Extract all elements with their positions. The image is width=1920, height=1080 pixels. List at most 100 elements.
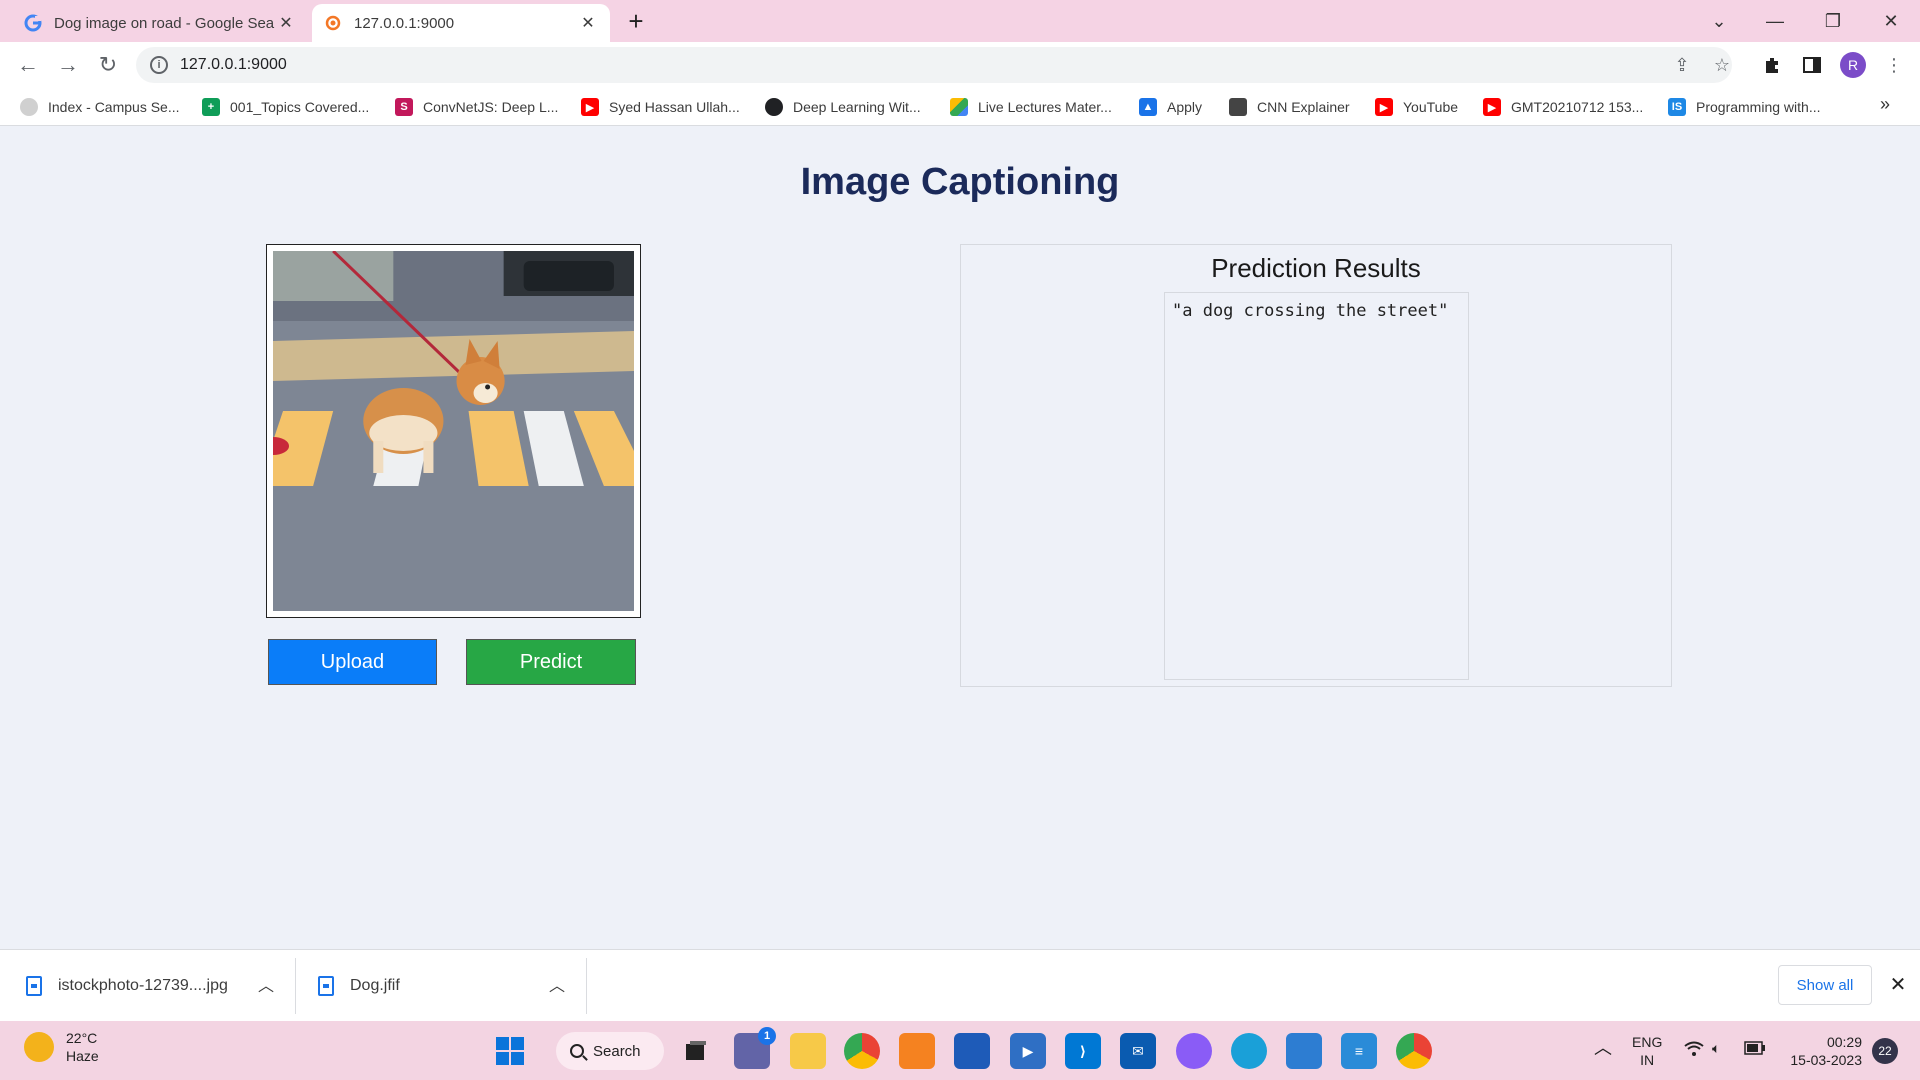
media-player-icon[interactable]: ▶ [1010, 1033, 1046, 1069]
globe-icon [20, 98, 38, 116]
language-bottom: IN [1640, 1052, 1655, 1068]
volume-icon[interactable]: 🔈︎ [1712, 1039, 1720, 1057]
chrome-profile-icon[interactable] [1396, 1033, 1432, 1069]
bookmark-item[interactable]: Deep Learning Wit... [765, 96, 921, 118]
download-shelf: istockphoto-12739....jpg ︿ Dog.jfif ︿ Sh… [0, 949, 1920, 1021]
download-item[interactable]: Dog.jfif [318, 950, 400, 1022]
weather-haze-icon [24, 1032, 54, 1062]
download-filename: Dog.jfif [350, 977, 400, 994]
chevron-up-icon[interactable]: ︿ [254, 972, 278, 996]
language-indicator[interactable]: ENG IN [1632, 1033, 1662, 1069]
youtube-icon: ▶ [1483, 98, 1501, 116]
search-label: Search [593, 1042, 641, 1060]
microsoft-store-icon[interactable] [954, 1033, 990, 1069]
convnetjs-icon: S [395, 98, 413, 116]
new-tab-button[interactable]: + [620, 6, 652, 38]
close-window-icon[interactable]: ✕ [1868, 4, 1914, 38]
bookmark-item[interactable]: CNN Explainer [1229, 96, 1350, 118]
predict-button[interactable]: Predict [466, 639, 636, 685]
uploaded-image [273, 251, 634, 611]
download-filename: istockphoto-12739....jpg [58, 977, 228, 994]
page-title: Image Captioning [800, 161, 1120, 203]
bookmark-item[interactable]: ▶ Syed Hassan Ullah... [581, 96, 740, 118]
teams-icon[interactable]: 1 [734, 1027, 776, 1069]
close-tab-icon[interactable]: ✕ [276, 13, 296, 33]
notepad-icon[interactable]: ≡ [1341, 1033, 1377, 1069]
results-title: Prediction Results [1211, 253, 1421, 283]
download-item[interactable]: istockphoto-12739....jpg [26, 950, 228, 1022]
tab-title: 127.0.0.1:9000 [354, 14, 455, 32]
programming-icon: IS [1668, 98, 1686, 116]
bookmark-item[interactable]: ▲ Apply [1139, 96, 1202, 118]
taskbar: 22°C Haze Search 1 ▶ ⟩ ✉ ≡ ︿ ENG IN 🔈︎ 0… [0, 1021, 1920, 1080]
youtube-icon: ▶ [1375, 98, 1393, 116]
site-info-icon[interactable]: i [150, 56, 168, 74]
weather-widget[interactable]: 22°C Haze [24, 1029, 99, 1065]
upload-button[interactable]: Upload [268, 639, 437, 685]
page-content: Image Captioning Upload Predict Predicti… [0, 127, 1920, 949]
copilot-icon[interactable] [1176, 1033, 1212, 1069]
weather-temp: 22°C [66, 1030, 98, 1046]
search-icon [570, 1044, 584, 1058]
side-panel-icon[interactable] [1798, 51, 1826, 79]
task-view-icon[interactable] [678, 1033, 714, 1069]
tab-strip: Dog image on road - Google Sea ✕ 127.0.0… [0, 0, 1920, 42]
apply-icon: ▲ [1139, 98, 1157, 116]
browser-menu-icon[interactable]: ⋮ [1880, 51, 1908, 79]
chrome-icon[interactable] [844, 1033, 880, 1069]
results-panel: Prediction Results "a dog crossing the s… [960, 244, 1672, 687]
bookmark-label: Apply [1167, 99, 1203, 115]
back-icon[interactable]: ← [12, 49, 44, 81]
language-top: ENG [1632, 1034, 1663, 1050]
wifi-icon[interactable] [1684, 1041, 1704, 1061]
tab-localhost[interactable]: 127.0.0.1:9000 ✕ [312, 4, 610, 42]
uc-browser-icon[interactable] [899, 1033, 935, 1069]
battery-icon[interactable] [1744, 1041, 1766, 1059]
bookmark-item[interactable]: Index - Campus Se... [20, 96, 180, 118]
photos-icon[interactable] [1286, 1033, 1322, 1069]
caption-output[interactable]: "a dog crossing the street" [1164, 292, 1469, 680]
clock[interactable]: 00:29 15-03-2023 [1782, 1033, 1862, 1069]
extensions-icon[interactable] [1758, 51, 1786, 79]
address-url: 127.0.0.1:9000 [180, 56, 287, 73]
show-all-button[interactable]: Show all [1778, 965, 1872, 1005]
file-explorer-icon[interactable] [790, 1033, 826, 1069]
show-hidden-icons-icon[interactable]: ︿ [1594, 1039, 1612, 1057]
bookmarks-bar: Index - Campus Se... +001_Topics Covered… [0, 88, 1920, 126]
reload-icon[interactable]: ↻ [92, 49, 124, 81]
bookmark-item[interactable]: Live Lectures Mater... [950, 96, 1112, 118]
bookmark-label: 001_Topics Covered... [230, 99, 370, 115]
bookmark-item[interactable]: ▶ GMT20210712 153... [1483, 96, 1643, 118]
divider [586, 958, 587, 1014]
notification-badge[interactable]: 22 [1872, 1038, 1898, 1064]
taskbar-search[interactable]: Search [556, 1032, 664, 1070]
bookmark-star-icon[interactable]: ☆ [1708, 51, 1736, 79]
clock-date: 15-03-2023 [1790, 1052, 1862, 1068]
vscode-icon[interactable]: ⟩ [1065, 1033, 1101, 1069]
image-preview [266, 244, 641, 618]
bookmark-label: Programming with... [1696, 99, 1821, 115]
chevron-up-icon[interactable]: ︿ [545, 972, 569, 996]
tab-search-chevron-icon[interactable]: ⌄ [1696, 4, 1742, 38]
edge-icon[interactable] [1231, 1033, 1267, 1069]
forward-icon[interactable]: → [52, 49, 84, 81]
close-tab-icon[interactable]: ✕ [578, 13, 598, 33]
restore-icon[interactable]: ❐ [1810, 4, 1856, 38]
start-icon[interactable] [492, 1033, 528, 1069]
bookmark-item[interactable]: IS Programming with... [1668, 96, 1820, 118]
mail-icon[interactable]: ✉ [1120, 1033, 1156, 1069]
youtube-icon: ▶ [581, 98, 599, 116]
minimize-icon[interactable]: — [1752, 4, 1798, 38]
close-shelf-icon[interactable]: ✕ [1886, 972, 1910, 996]
more-bookmarks-icon[interactable]: » [1880, 94, 1890, 115]
bookmark-label: Syed Hassan Ullah... [609, 99, 740, 115]
tab-google-search[interactable]: Dog image on road - Google Sea ✕ [12, 4, 308, 42]
sheets-icon: + [202, 98, 220, 116]
bookmark-item[interactable]: S ConvNetJS: Deep L... [395, 96, 558, 118]
profile-avatar[interactable]: R [1840, 52, 1866, 78]
teams-badge: 1 [758, 1027, 776, 1045]
bookmark-item[interactable]: ▶ YouTube [1375, 96, 1458, 118]
share-icon[interactable]: ⇪ [1668, 51, 1696, 79]
bookmark-item[interactable]: +001_Topics Covered... [202, 96, 369, 118]
address-bar[interactable]: i 127.0.0.1:9000 [136, 47, 1732, 83]
